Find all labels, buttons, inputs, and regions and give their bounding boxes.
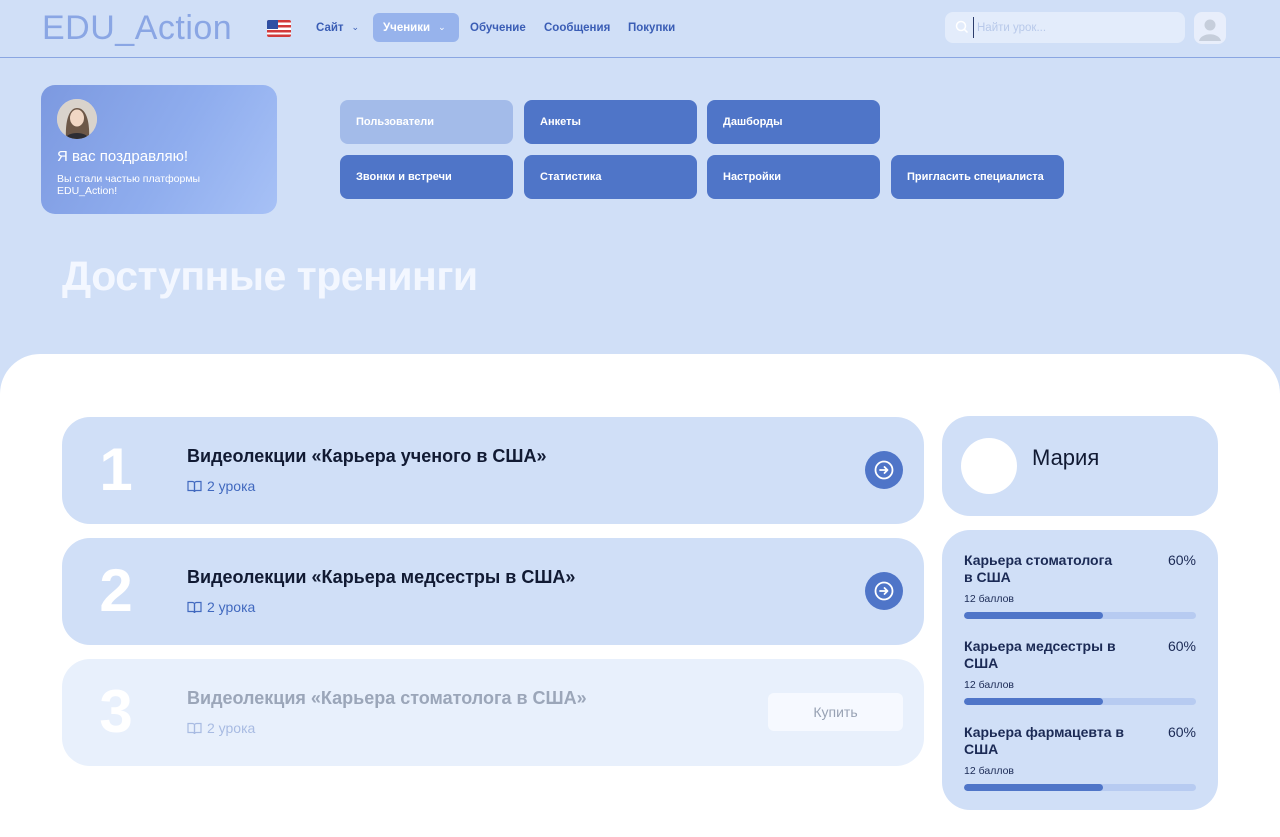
- dashboards-button[interactable]: Дашборды: [707, 100, 880, 144]
- course-title: Видеолекции «Карьера медсестры в США»: [187, 567, 576, 587]
- progress-title: Карьера фармацевта в США: [964, 724, 1124, 757]
- invite-specialist-button[interactable]: Пригласить специалиста: [891, 155, 1064, 199]
- nav-purchases[interactable]: Покупки: [618, 13, 685, 42]
- book-icon: [187, 480, 202, 492]
- nav-students-label: Ученики: [383, 21, 431, 34]
- progress-score: 12 баллов: [964, 765, 1014, 777]
- nav-learning[interactable]: Обучение: [460, 13, 536, 42]
- progress-percent: 60%: [1167, 552, 1196, 568]
- chevron-down-icon: ⌄: [351, 22, 360, 32]
- nav-site[interactable]: Сайт ⌄: [306, 13, 369, 42]
- avatar: [961, 438, 1017, 494]
- course-title: Видеолекция «Карьера стоматолога в США»: [187, 688, 587, 708]
- users-button[interactable]: Пользователи: [340, 100, 513, 144]
- search-input[interactable]: [973, 17, 1173, 38]
- course-lessons: 2 урока: [187, 599, 255, 615]
- chevron-down-icon: ⌄: [438, 22, 446, 32]
- progress-item: Карьера фармацевта в США 60% 12 баллов: [964, 724, 1196, 804]
- arrow-right-circle-icon: [874, 581, 894, 601]
- nav-students[interactable]: Ученики ⌄: [373, 13, 459, 42]
- progress-bar: [964, 698, 1196, 705]
- buy-button[interactable]: Купить: [768, 693, 903, 731]
- us-flag-icon[interactable]: [267, 20, 291, 37]
- search-icon: [955, 20, 969, 34]
- nav-learning-label: Обучение: [470, 21, 526, 34]
- questionnaires-button[interactable]: Анкеты: [524, 100, 697, 144]
- progress-bar-fill: [964, 612, 1104, 619]
- progress-item: Карьера медсестры в США 60% 12 баллов: [964, 638, 1196, 718]
- course-title: Видеолекции «Карьера ученого в США»: [187, 446, 547, 466]
- progress-title: Карьера стоматолога в США: [964, 552, 1113, 585]
- profile-name: Мария: [1032, 445, 1100, 470]
- nav-messages[interactable]: Сообщения: [534, 13, 620, 42]
- welcome-title: Я вас поздравляю!: [57, 148, 189, 165]
- course-number: 1: [99, 436, 133, 503]
- welcome-card: Я вас поздравляю! Вы стали частью платфо…: [41, 85, 277, 214]
- course-lessons: 2 урока: [187, 720, 255, 736]
- top-header: EDU_Action Сайт ⌄ Ученики ⌄ Обучение Соо…: [0, 0, 1280, 58]
- progress-bar: [964, 784, 1196, 791]
- progress-card: Карьера стоматолога в США 60% 12 баллов …: [942, 530, 1218, 810]
- course-card-locked: 3 Видеолекция «Карьера стоматолога в США…: [62, 659, 924, 766]
- nav-site-label: Сайт: [316, 21, 344, 34]
- progress-title: Карьера медсестры в США: [964, 638, 1116, 671]
- course-card[interactable]: 1 Видеолекции «Карьера ученого в США» 2 …: [62, 417, 924, 524]
- course-lessons-count: 2 урока: [207, 720, 256, 736]
- course-lessons-count: 2 урока: [207, 478, 256, 494]
- progress-item: Карьера стоматолога в США 60% 12 баллов: [964, 552, 1196, 632]
- open-course-button[interactable]: [865, 451, 903, 489]
- search-box: [945, 12, 1185, 43]
- progress-score: 12 баллов: [964, 679, 1014, 691]
- nav-purchases-label: Покупки: [628, 21, 676, 34]
- arrow-right-circle-icon: [874, 460, 894, 480]
- settings-button[interactable]: Настройки: [707, 155, 880, 199]
- progress-score: 12 баллов: [964, 593, 1014, 605]
- calls-meetings-button[interactable]: Звонки и встречи: [340, 155, 513, 199]
- progress-bar: [964, 612, 1196, 619]
- course-lessons: 2 урока: [187, 478, 255, 494]
- profile-card[interactable]: Мария: [942, 416, 1218, 516]
- progress-bar-fill: [964, 784, 1104, 791]
- logo[interactable]: EDU_Action: [42, 9, 232, 48]
- course-number: 2: [99, 557, 133, 624]
- course-number: 3: [99, 678, 133, 745]
- page-title: Доступные тренинги: [62, 253, 478, 299]
- open-course-button[interactable]: [865, 572, 903, 610]
- progress-percent: 60%: [1167, 638, 1196, 654]
- course-card[interactable]: 2 Видеолекции «Карьера медсестры в США» …: [62, 538, 924, 645]
- progress-percent: 60%: [1167, 724, 1196, 740]
- course-lessons-count: 2 урока: [207, 599, 256, 615]
- statistics-button[interactable]: Статистика: [524, 155, 697, 199]
- nav-messages-label: Сообщения: [544, 21, 611, 34]
- avatar: [57, 99, 97, 139]
- user-avatar-icon[interactable]: [1194, 12, 1226, 44]
- welcome-subtitle: Вы стали частью платформы EDU_Action!: [57, 173, 201, 197]
- book-icon: [187, 601, 202, 613]
- progress-bar-fill: [964, 698, 1104, 705]
- book-icon: [187, 722, 202, 734]
